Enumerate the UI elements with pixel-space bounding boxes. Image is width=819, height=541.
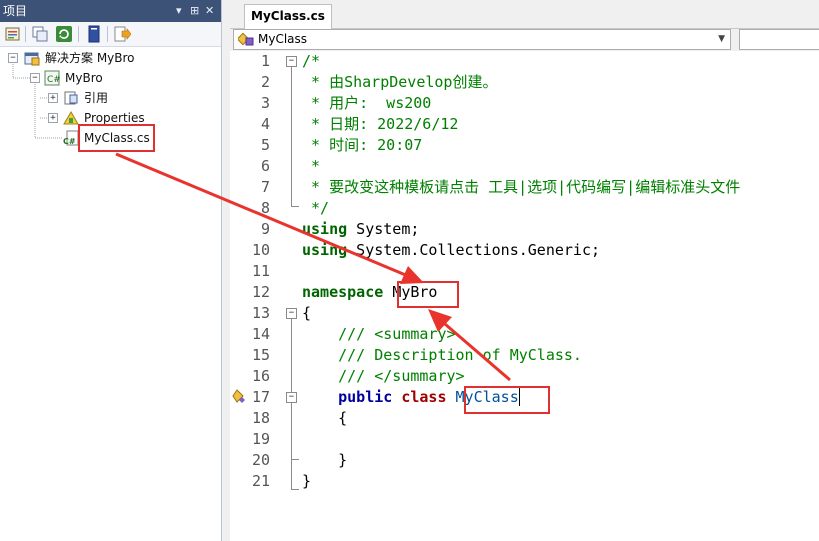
- highlight-classname-box: [464, 386, 550, 414]
- line-number: 3: [260, 94, 270, 112]
- code-line-2[interactable]: * 由SharpDevelop创建。: [302, 72, 497, 93]
- keyword-using: using: [302, 220, 348, 238]
- class-combo-value: MyClass: [258, 32, 308, 46]
- bookmark-icon[interactable]: [232, 389, 248, 405]
- view-code-icon[interactable]: [113, 25, 131, 43]
- line-number: 19: [251, 430, 270, 448]
- refresh-icon[interactable]: [55, 25, 73, 43]
- show-all-icon[interactable]: [85, 25, 103, 43]
- panel-menu-icon[interactable]: ▾: [176, 0, 182, 22]
- keyword-class: class: [401, 388, 447, 406]
- code-line-4[interactable]: * 日期: 2022/6/12: [302, 114, 458, 135]
- class-combo[interactable]: MyClass ▼: [233, 29, 731, 50]
- line-number-gutter: 1 2 3 4 5 6 7 8 9 10 11 12 13 14 15 16 1…: [230, 51, 276, 541]
- fold-toggle-icon[interactable]: −: [286, 392, 297, 403]
- project-panel: 项目 ▾ ⊞ ✕ − 解决方案 MyBro − C# MyBro + 引用 + …: [0, 0, 222, 541]
- line-number: 2: [260, 73, 270, 91]
- code-line-9[interactable]: using System;: [302, 219, 419, 240]
- document-tabstrip: MyClass.cs: [230, 0, 819, 29]
- fold-toggle-icon[interactable]: −: [286, 308, 297, 319]
- highlight-file-box: [78, 124, 155, 152]
- keyword-public: public: [338, 388, 393, 406]
- code-line-6[interactable]: *: [302, 156, 320, 177]
- line-number: 5: [260, 136, 270, 154]
- code-line-21[interactable]: }: [302, 471, 311, 492]
- line-number: 1: [260, 52, 270, 70]
- member-combo[interactable]: [739, 29, 819, 50]
- line-number: 20: [251, 451, 270, 469]
- class-icon: [238, 32, 254, 46]
- code-line-5[interactable]: * 时间: 20:07: [302, 135, 422, 156]
- line-number: 12: [251, 283, 270, 301]
- code-line-13[interactable]: {: [302, 303, 311, 324]
- code-line-20[interactable]: }: [302, 450, 347, 471]
- line-number: 10: [251, 241, 270, 259]
- line-number: 14: [251, 325, 270, 343]
- close-icon[interactable]: ✕: [205, 0, 214, 22]
- line-number: 11: [251, 262, 270, 280]
- panel-toolbar: [0, 22, 221, 47]
- code-line-15[interactable]: /// Description of MyClass.: [302, 345, 582, 366]
- code-line-10[interactable]: using System.Collections.Generic;: [302, 240, 600, 261]
- code-line-7[interactable]: * 要改变这种模板请点击 工具|选项|代码编写|编辑标准头文件: [302, 177, 740, 198]
- line-number: 6: [260, 157, 270, 175]
- panel-title-bar: 项目 ▾ ⊞ ✕: [0, 0, 221, 22]
- code-line-1[interactable]: /*: [302, 51, 320, 72]
- code-line-16[interactable]: /// </summary>: [302, 366, 464, 387]
- collapse-icon[interactable]: [31, 25, 49, 43]
- properties-icon[interactable]: [4, 25, 22, 43]
- line-number: 21: [251, 472, 270, 490]
- code-line-8[interactable]: */: [302, 198, 329, 219]
- pin-icon[interactable]: ⊞: [190, 0, 199, 22]
- line-number: 9: [260, 220, 270, 238]
- code-line-18[interactable]: {: [302, 408, 347, 429]
- line-number: 16: [251, 367, 270, 385]
- splitter[interactable]: [222, 0, 230, 541]
- fold-toggle-icon[interactable]: −: [286, 56, 297, 67]
- code-text: System.Collections.Generic;: [347, 241, 601, 259]
- code-line-3[interactable]: * 用户: ws200: [302, 93, 431, 114]
- navigation-bar: MyClass ▼: [230, 29, 819, 51]
- code-editor: MyClass.cs MyClass ▼ 1 2 3 4 5 6 7 8 9 1…: [230, 0, 819, 541]
- tab-myclass[interactable]: MyClass.cs: [244, 4, 332, 29]
- code-text: System;: [347, 220, 420, 238]
- panel-title: 项目: [3, 4, 28, 18]
- line-number: 4: [260, 115, 270, 133]
- line-number: 8: [260, 199, 270, 217]
- keyword-namespace: namespace: [302, 283, 384, 301]
- code-line-14[interactable]: /// <summary>: [302, 324, 455, 345]
- chevron-down-icon[interactable]: ▼: [718, 30, 725, 49]
- line-number: 18: [251, 409, 270, 427]
- keyword-using: using: [302, 241, 348, 259]
- highlight-namespace-box: [397, 281, 459, 308]
- line-number: 13: [251, 304, 270, 322]
- line-number: 15: [251, 346, 270, 364]
- line-number: 7: [260, 178, 270, 196]
